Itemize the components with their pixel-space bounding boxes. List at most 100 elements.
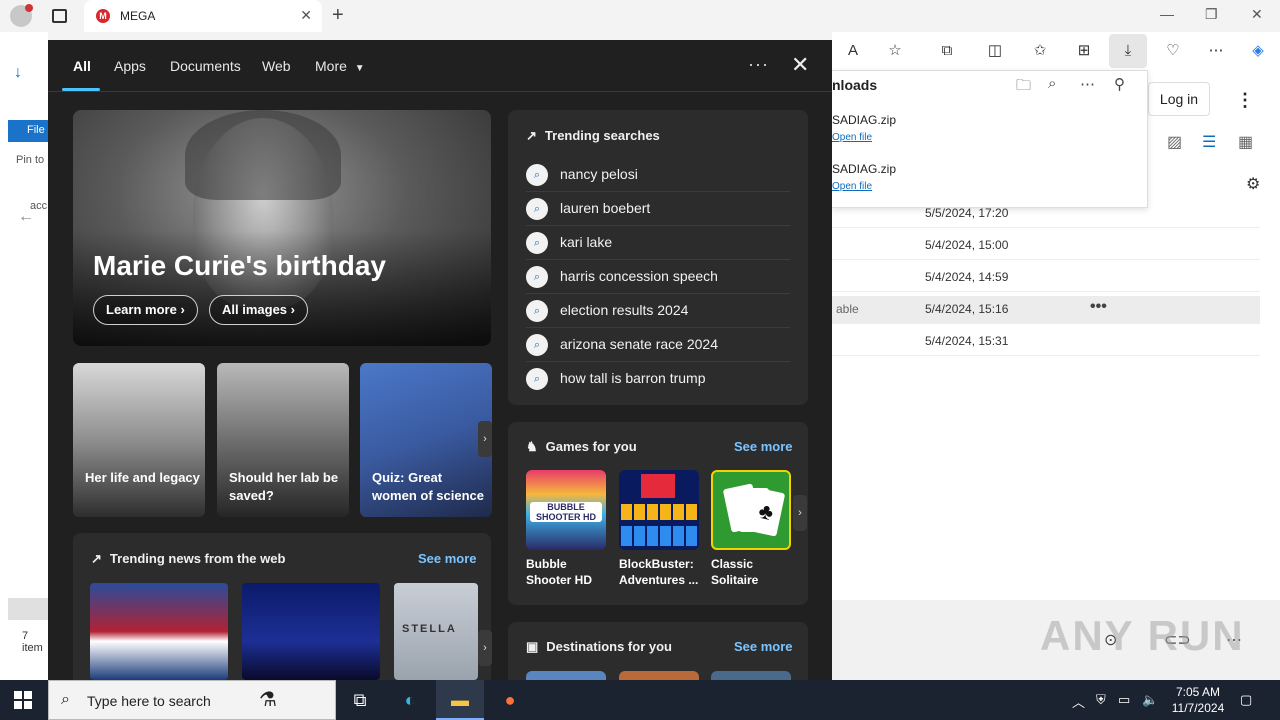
download-arrow-icon: ↓ — [14, 64, 22, 81]
row-date: 5/4/2024, 15:16 — [925, 302, 1009, 316]
security-icon[interactable]: ⛨ — [1096, 692, 1106, 708]
table-row[interactable]: 5/4/2024, 14:59 — [832, 264, 1260, 292]
back-arrow-icon[interactable]: ← — [18, 208, 34, 226]
volume-icon[interactable]: 🔈 — [1142, 692, 1158, 708]
open-file-link[interactable]: Open file — [832, 132, 872, 143]
edge-browser-icon[interactable]: ◐ — [386, 680, 434, 720]
destinations-see-more-link[interactable]: See more — [734, 639, 793, 654]
tab-more[interactable]: More ▼ — [315, 58, 365, 74]
close-icon[interactable]: ✕ — [791, 52, 809, 78]
flyout-more-icon[interactable]: ··· — [748, 54, 769, 75]
file-button[interactable]: File — [8, 120, 48, 142]
tab-web[interactable]: Web — [262, 58, 291, 74]
card-quiz[interactable]: Quiz: Great women of science — [360, 363, 492, 517]
news-image-3[interactable]: STELLA — [394, 583, 478, 680]
tab-all[interactable]: All — [73, 58, 91, 74]
downloads-more-icon[interactable]: ⋯ — [1080, 75, 1095, 93]
favorite-star-icon[interactable]: ☆ — [884, 40, 906, 62]
firefox-icon[interactable]: ● — [486, 680, 534, 720]
trending-searches-title-text: Trending searches — [544, 128, 660, 143]
read-aloud-icon[interactable]: A — [842, 40, 864, 62]
games-see-more-link[interactable]: See more — [734, 439, 793, 454]
table-row-selected[interactable]: able 5/4/2024, 15:16 ••• — [832, 296, 1260, 324]
table-row[interactable]: 5/4/2024, 15:31 — [832, 328, 1260, 356]
game-classic-solitaire[interactable]: ♣ Classic Solitaire — [711, 470, 791, 588]
table-row[interactable]: 5/4/2024, 15:00 — [832, 232, 1260, 260]
learn-more-button[interactable]: Learn more › — [93, 295, 198, 325]
browser-essentials-icon[interactable]: ♡ — [1162, 40, 1184, 62]
grid-view-icon[interactable]: ▦ — [1238, 132, 1253, 152]
log-in-button[interactable]: Log in — [1148, 82, 1210, 116]
show-hidden-icons-icon[interactable]: ︿ — [1072, 692, 1085, 711]
news-next-arrow[interactable]: › — [478, 630, 492, 666]
tab-documents[interactable]: Documents — [170, 58, 241, 74]
browser-title-bar: M MEGA ✕ + — ❐ ✕ — [0, 0, 1280, 32]
cards-next-arrow[interactable]: › — [478, 421, 492, 457]
trending-search-label: arizona senate race 2024 — [560, 336, 718, 352]
minimize-icon[interactable]: — — [1160, 6, 1174, 22]
games-title: ♞ Games for you — [526, 439, 637, 455]
maximize-icon[interactable]: ❐ — [1205, 6, 1218, 23]
gear-icon[interactable]: ⚙ — [1246, 174, 1260, 194]
card-her-life[interactable]: Her life and legacy — [73, 363, 205, 517]
pin-icon[interactable]: ⚲ — [1114, 75, 1125, 93]
notifications-icon[interactable]: ▢ — [1240, 692, 1252, 708]
destination-image-2[interactable] — [619, 671, 699, 680]
card-label: Her life and legacy — [85, 470, 200, 485]
news-image-1[interactable] — [90, 583, 228, 680]
trending-search-item[interactable]: ⌕ harris concession speech — [526, 260, 790, 294]
all-images-button[interactable]: All images › — [209, 295, 308, 325]
trending-search-item[interactable]: ⌕ kari lake — [526, 226, 790, 260]
news-see-more-link[interactable]: See more — [418, 551, 477, 566]
search-downloads-icon[interactable]: ⌕ — [1048, 75, 1056, 92]
new-tab-icon[interactable]: + — [332, 4, 344, 27]
row-more-icon[interactable]: ••• — [1090, 298, 1107, 316]
trending-search-item[interactable]: ⌕ arizona senate race 2024 — [526, 328, 790, 362]
taskbar-search-box[interactable]: ⌕ Type here to search ⚗ — [48, 680, 336, 720]
trending-search-item[interactable]: ⌕ election results 2024 — [526, 294, 790, 328]
split-screen-icon[interactable]: ◫ — [984, 40, 1006, 62]
thumbnail-view-icon[interactable]: ▨ — [1167, 132, 1182, 152]
trending-search-item[interactable]: ⌕ how tall is barron trump — [526, 362, 790, 396]
search-flyout: All Apps Documents Web More ▼ ··· ✕ Mari… — [48, 40, 832, 680]
trending-search-item[interactable]: ⌕ lauren boebert — [526, 192, 790, 226]
profile-avatar-icon[interactable] — [10, 4, 33, 27]
games-next-arrow[interactable]: › — [793, 495, 807, 531]
hero-banner[interactable]: Marie Curie's birthday Learn more › All … — [73, 110, 491, 346]
copilot-icon[interactable]: ◈ — [1247, 40, 1269, 62]
destination-image-1[interactable] — [526, 671, 606, 680]
game-blockbuster[interactable]: BlockBuster: Adventures ... — [619, 470, 699, 588]
open-file-link[interactable]: Open file — [832, 181, 872, 192]
tab-actions-icon[interactable] — [52, 9, 67, 23]
network-icon[interactable]: ▭ — [1118, 692, 1130, 708]
search-icon: ⌕ — [526, 300, 548, 322]
tab-apps[interactable]: Apps — [114, 58, 146, 74]
task-view-icon[interactable]: ⧉ — [336, 680, 384, 720]
downloads-icon[interactable]: ⤓ — [1109, 34, 1147, 68]
scroll-bar[interactable] — [8, 598, 48, 620]
page-more-icon[interactable]: ⋮ — [1236, 90, 1254, 111]
windows-start-icon[interactable] — [14, 691, 32, 709]
game-label: BlockBuster: Adventures ... — [619, 557, 699, 587]
list-view-icon[interactable]: ☰ — [1202, 132, 1216, 152]
extensions-icon[interactable]: ⧉ — [936, 40, 958, 62]
game-bubble-shooter[interactable]: BUBBLE SHOOTER HD Bubble Shooter HD — [526, 470, 606, 588]
card-her-lab[interactable]: Should her lab be saved? — [217, 363, 349, 517]
news-image-2[interactable] — [242, 583, 380, 680]
settings-more-icon[interactable]: ⋯ — [1205, 40, 1227, 62]
collections-icon[interactable]: ⊞ — [1073, 40, 1095, 62]
favorites-icon[interactable]: ✩ — [1029, 40, 1051, 62]
open-folder-icon[interactable]: 🗀 — [1016, 75, 1031, 100]
trending-news-title: ↗ Trending news from the web — [91, 551, 285, 567]
search-icon: ⌕ — [526, 266, 548, 288]
trending-arrow-icon: ↗ — [91, 551, 102, 566]
close-window-icon[interactable]: ✕ — [1251, 6, 1263, 23]
search-icon: ⌕ — [526, 368, 548, 390]
destination-image-3[interactable] — [711, 671, 791, 680]
trending-search-item[interactable]: ⌕ nancy pelosi — [526, 158, 790, 192]
close-tab-icon[interactable]: ✕ — [300, 7, 312, 24]
browser-tab-mega[interactable]: M MEGA ✕ — [84, 0, 322, 32]
hero-portrait-hair — [185, 110, 341, 200]
system-clock[interactable]: 7:05 AM 11/7/2024 — [1166, 684, 1230, 716]
file-explorer-icon[interactable]: ▬ — [436, 680, 484, 720]
